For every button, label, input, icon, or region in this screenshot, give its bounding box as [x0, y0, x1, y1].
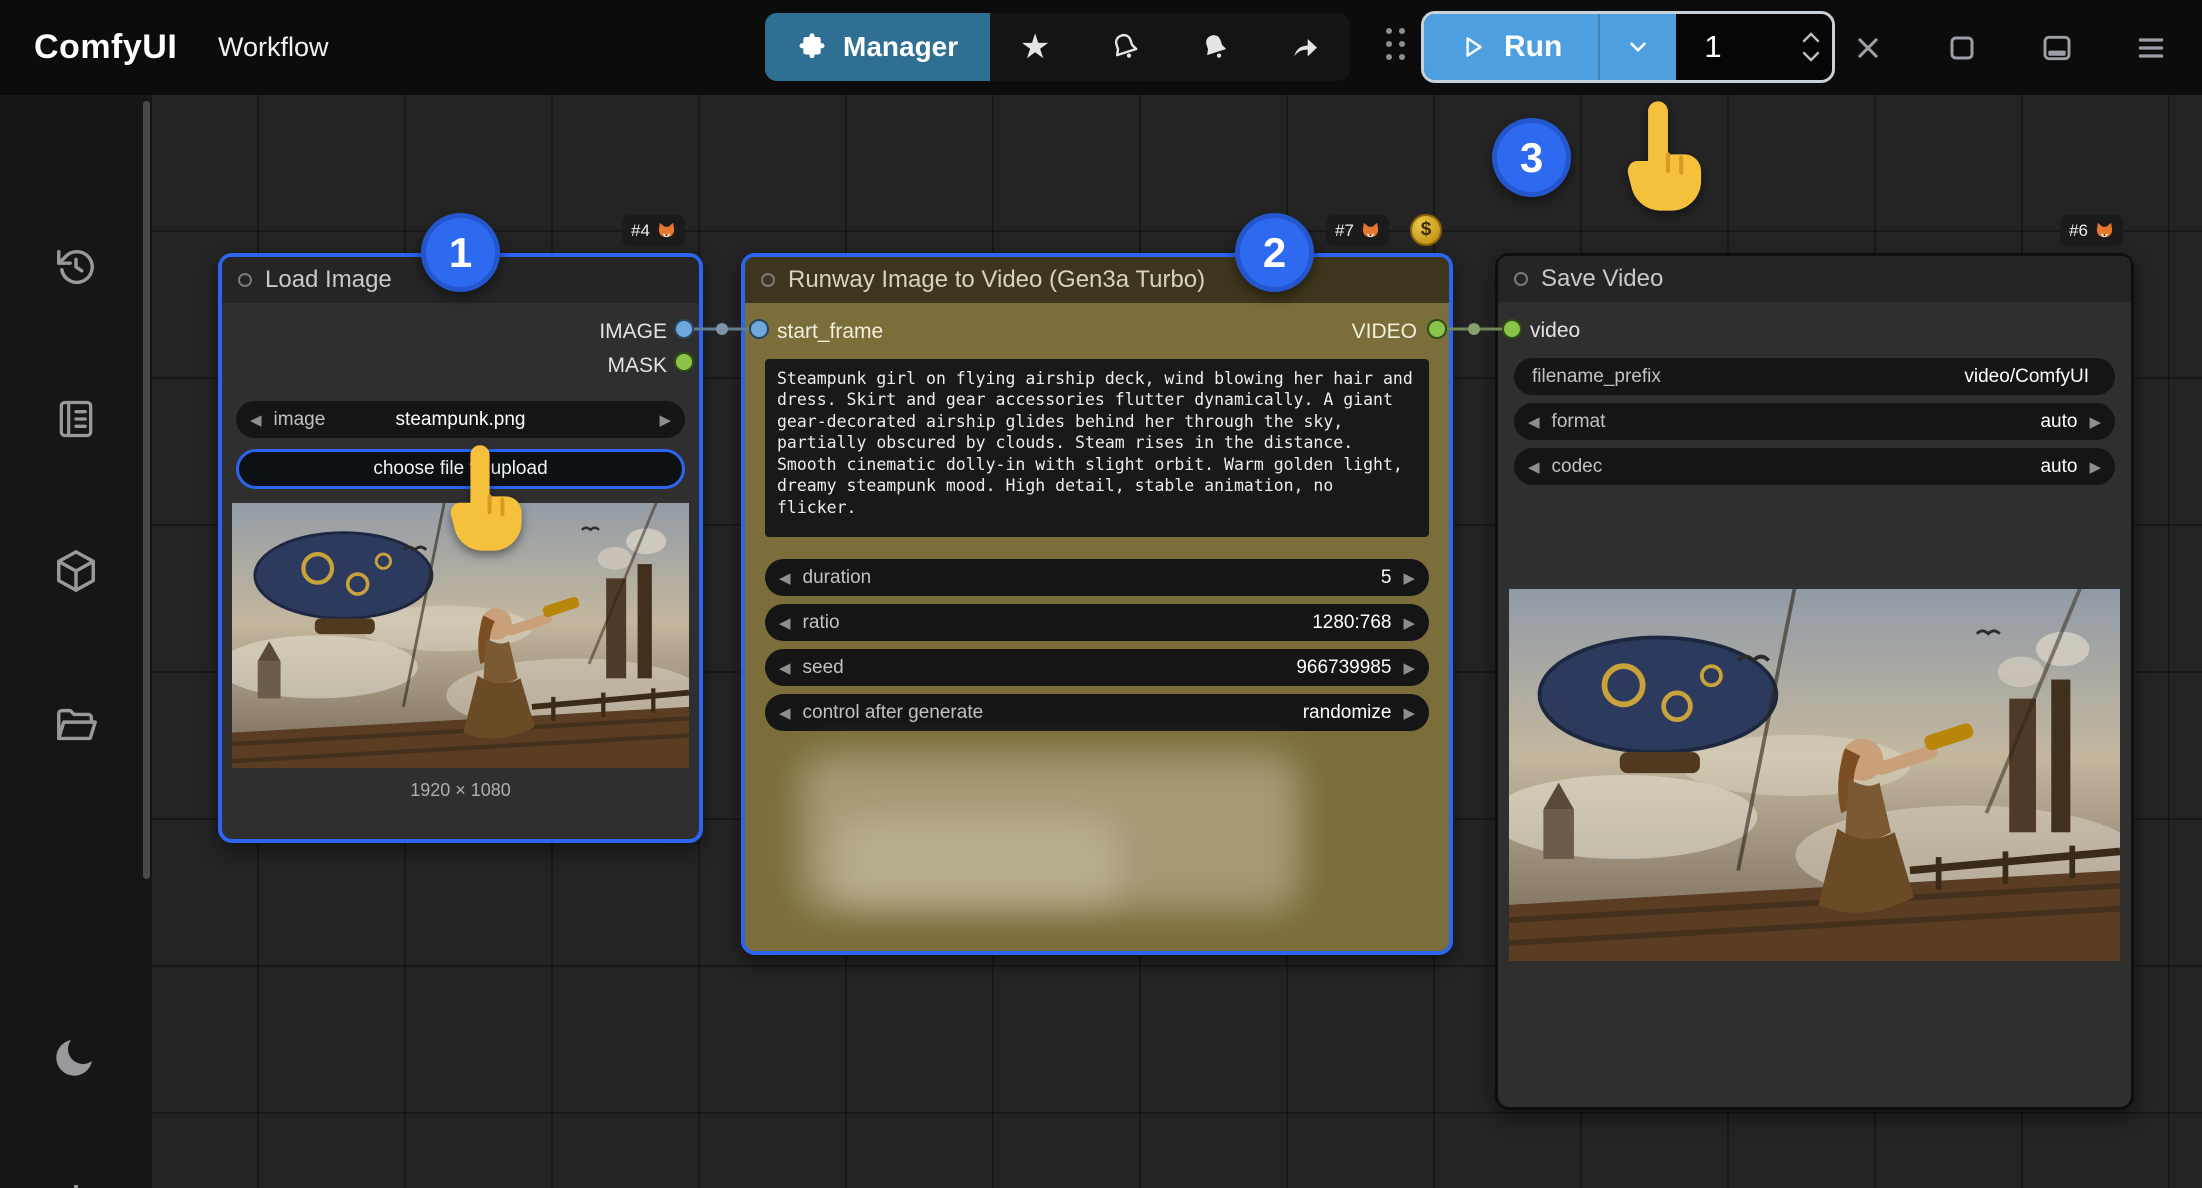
slot-video-input: video — [1498, 314, 2131, 348]
play-icon — [1460, 34, 1486, 60]
prev-arrow-icon[interactable]: ◀ — [250, 411, 262, 429]
theme-moon-icon[interactable] — [48, 1028, 104, 1084]
image-resolution: 1920 × 1080 — [222, 780, 699, 801]
blurred-preview — [835, 817, 1119, 907]
step-marker-3: 3 — [1492, 118, 1571, 197]
pointing-hand-cursor — [432, 442, 528, 559]
step-marker-2: 2 — [1235, 213, 1314, 292]
increment-arrow-icon[interactable]: ▶ — [1403, 659, 1415, 677]
increment-arrow-icon[interactable]: ▶ — [1403, 614, 1415, 632]
workflows-log-icon[interactable] — [48, 391, 104, 447]
bottom-panel-icon[interactable] — [2032, 23, 2082, 73]
prompt-textarea[interactable]: Steampunk girl on flying airship deck, w… — [765, 359, 1429, 537]
decrement-arrow-icon[interactable]: ◀ — [779, 704, 791, 722]
workflow-menu[interactable]: Workflow — [218, 0, 329, 95]
slot-row: start_frame VIDEO — [745, 315, 1449, 349]
decrement-arrow-icon[interactable]: ◀ — [779, 569, 791, 587]
codec-widget[interactable]: ◀ codec auto ▶ — [1514, 448, 2115, 485]
seed-widget[interactable]: ◀ seed 966739985 ▶ — [765, 649, 1429, 686]
node-status-dot — [761, 273, 775, 287]
toolbar-drag-handle-icon[interactable] — [1386, 28, 1405, 60]
app-logo: ComfyUI — [34, 0, 177, 95]
fox-icon — [2095, 221, 2114, 240]
fox-icon — [657, 221, 676, 240]
close-icon[interactable] — [1843, 23, 1893, 73]
mask-icon-alt[interactable] — [1170, 13, 1260, 81]
settings-gear-icon[interactable] — [48, 1179, 104, 1188]
control-after-generate-widget[interactable]: ◀ control after generate randomize ▶ — [765, 694, 1429, 731]
api-cost-badge: $ — [1410, 214, 1442, 246]
node-save-video[interactable]: Save Video video filename_prefix video/C… — [1495, 253, 2134, 1110]
node-title: Load Image — [265, 266, 392, 294]
node-status-dot — [238, 273, 252, 287]
caret-up-icon[interactable] — [1802, 32, 1820, 43]
sidebar — [0, 95, 152, 1188]
increment-arrow-icon[interactable]: ▶ — [1403, 704, 1415, 722]
mask-icon[interactable] — [1080, 13, 1170, 81]
slot-video-output: VIDEO — [1352, 320, 1449, 344]
node-id-badge: #4 — [622, 215, 685, 246]
sidebar-scrollbar[interactable] — [143, 101, 150, 879]
node-header[interactable]: Runway Image to Video (Gen3a Turbo) — [745, 257, 1449, 303]
slot-image-output: IMAGE — [222, 315, 699, 349]
video-preview — [1509, 589, 2120, 961]
filename-prefix-widget[interactable]: filename_prefix video/ComfyUI — [1514, 358, 2115, 395]
decrement-arrow-icon[interactable]: ◀ — [1528, 458, 1540, 476]
hamburger-menu-icon[interactable] — [2126, 23, 2176, 73]
run-options-dropdown[interactable] — [1598, 14, 1676, 80]
decrement-arrow-icon[interactable]: ◀ — [779, 614, 791, 632]
node-title: Save Video — [1541, 265, 1663, 293]
caret-down-icon[interactable] — [1802, 51, 1820, 62]
image-selector[interactable]: ◀ image steampunk.png ▶ — [236, 401, 685, 438]
folder-icon[interactable] — [48, 697, 104, 753]
comfyui-app: Load Image IMAGE MASK ◀ image steampunk.… — [0, 0, 2202, 1188]
slot-start-frame-input: start_frame — [745, 320, 883, 344]
node-status-dot — [1514, 272, 1528, 286]
count-steppers[interactable] — [1802, 14, 1820, 80]
increment-arrow-icon[interactable]: ▶ — [1403, 569, 1415, 587]
share-icon[interactable] — [1260, 13, 1350, 81]
step-marker-1: 1 — [421, 213, 500, 292]
batch-count-field[interactable]: 1 — [1676, 14, 1832, 80]
chevron-down-icon — [1625, 34, 1651, 60]
pointing-hand-cursor — [1608, 98, 1708, 219]
fox-icon — [1361, 221, 1380, 240]
node-header[interactable]: Save Video — [1498, 256, 2131, 302]
puzzle-icon — [797, 32, 827, 62]
node-id-badge: #7 — [1326, 215, 1389, 246]
increment-arrow-icon[interactable]: ▶ — [2089, 458, 2101, 476]
slot-mask-output: MASK — [222, 349, 699, 383]
decrement-arrow-icon[interactable]: ◀ — [779, 659, 791, 677]
duration-widget[interactable]: ◀ duration 5 ▶ — [765, 559, 1429, 596]
manager-button[interactable]: Manager — [765, 13, 990, 81]
models-cube-icon[interactable] — [48, 543, 104, 599]
next-arrow-icon[interactable]: ▶ — [659, 411, 671, 429]
format-widget[interactable]: ◀ format auto ▶ — [1514, 403, 2115, 440]
star-icon[interactable]: ★ — [990, 13, 1080, 81]
center-toolbar: Manager ★ — [765, 13, 1350, 81]
decrement-arrow-icon[interactable]: ◀ — [1528, 413, 1540, 431]
run-controls: Run 1 — [1421, 11, 1835, 83]
history-icon[interactable] — [48, 239, 104, 295]
increment-arrow-icon[interactable]: ▶ — [2089, 413, 2101, 431]
ratio-widget[interactable]: ◀ ratio 1280:768 ▶ — [765, 604, 1429, 641]
node-title: Runway Image to Video (Gen3a Turbo) — [788, 266, 1205, 294]
run-button[interactable]: Run — [1424, 14, 1598, 80]
top-menubar: ComfyUI Workflow Manager ★ — [0, 0, 2202, 95]
node-id-badge: #6 — [2060, 215, 2123, 246]
focus-mode-icon[interactable] — [1937, 23, 1987, 73]
node-runway-image-to-video[interactable]: Runway Image to Video (Gen3a Turbo) star… — [741, 253, 1453, 955]
